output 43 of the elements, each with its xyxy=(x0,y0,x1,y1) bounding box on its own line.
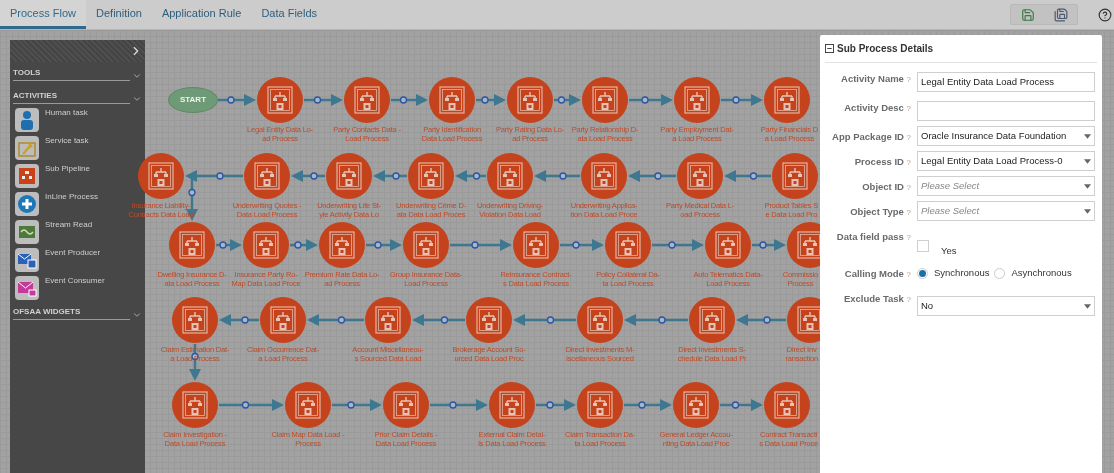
field-label: App Package ID xyxy=(832,131,904,142)
tab[interactable]: Data Fields xyxy=(251,0,328,29)
field-label: Process ID xyxy=(854,156,904,167)
field-label: Activity Name xyxy=(841,73,904,84)
panel-title: Sub Process Details xyxy=(837,42,934,56)
option-label: Asynchronous xyxy=(1011,265,1072,280)
palette-item[interactable]: Human task xyxy=(15,108,88,133)
field-label: Object ID xyxy=(862,181,904,192)
help-mark[interactable]: ? xyxy=(906,208,911,217)
help-mark[interactable]: ? xyxy=(906,158,911,167)
help-mark[interactable]: ? xyxy=(906,104,911,113)
dropdown[interactable]: Please Select xyxy=(917,176,1095,196)
palette-item[interactable]: Event Producer xyxy=(15,248,101,273)
tab[interactable]: Application Rule xyxy=(151,0,252,29)
dropdown[interactable]: No xyxy=(917,296,1095,316)
dropdown[interactable]: Oracle Insurance Data Foundation xyxy=(917,126,1095,146)
palette-item[interactable]: Sub Pipeline xyxy=(15,164,90,189)
section-title: OFSAA WIDGETS xyxy=(13,307,130,320)
palette-item[interactable]: Event Consumer xyxy=(15,276,105,301)
input-field[interactable]: Legal Entity Data Load Process xyxy=(917,71,1095,92)
field-label: Exclude Task xyxy=(843,293,904,304)
help-mark[interactable]: ? xyxy=(906,75,911,84)
option-label: Synchronous xyxy=(934,265,990,280)
tab[interactable]: Process Flow xyxy=(0,0,87,29)
section-title: ACTIVITIES xyxy=(13,91,130,104)
start-node[interactable]: START xyxy=(168,87,218,113)
help-mark[interactable]: ? xyxy=(906,295,911,304)
field-label: Data field pass xyxy=(836,231,904,242)
field-label: Activity Desc xyxy=(844,102,904,113)
field-label: Object Type xyxy=(850,206,904,217)
tab[interactable]: Definition xyxy=(86,0,152,29)
dropdown[interactable]: Legal Entity Data Load Process-0 xyxy=(917,151,1095,171)
palette-item[interactable]: InLine Process xyxy=(15,192,98,217)
palette-item[interactable]: Service task xyxy=(15,136,89,161)
help-mark[interactable]: ? xyxy=(906,270,911,279)
section-title: TOOLS xyxy=(13,68,130,81)
help-mark[interactable]: ? xyxy=(906,133,911,142)
help-mark[interactable]: ? xyxy=(906,233,911,242)
field-label: Calling Mode xyxy=(844,268,904,279)
palette-item[interactable]: Stream Read xyxy=(15,220,93,245)
option-label: Yes xyxy=(941,243,957,258)
help-mark[interactable]: ? xyxy=(906,183,911,192)
dropdown[interactable]: Please Select xyxy=(917,201,1095,221)
